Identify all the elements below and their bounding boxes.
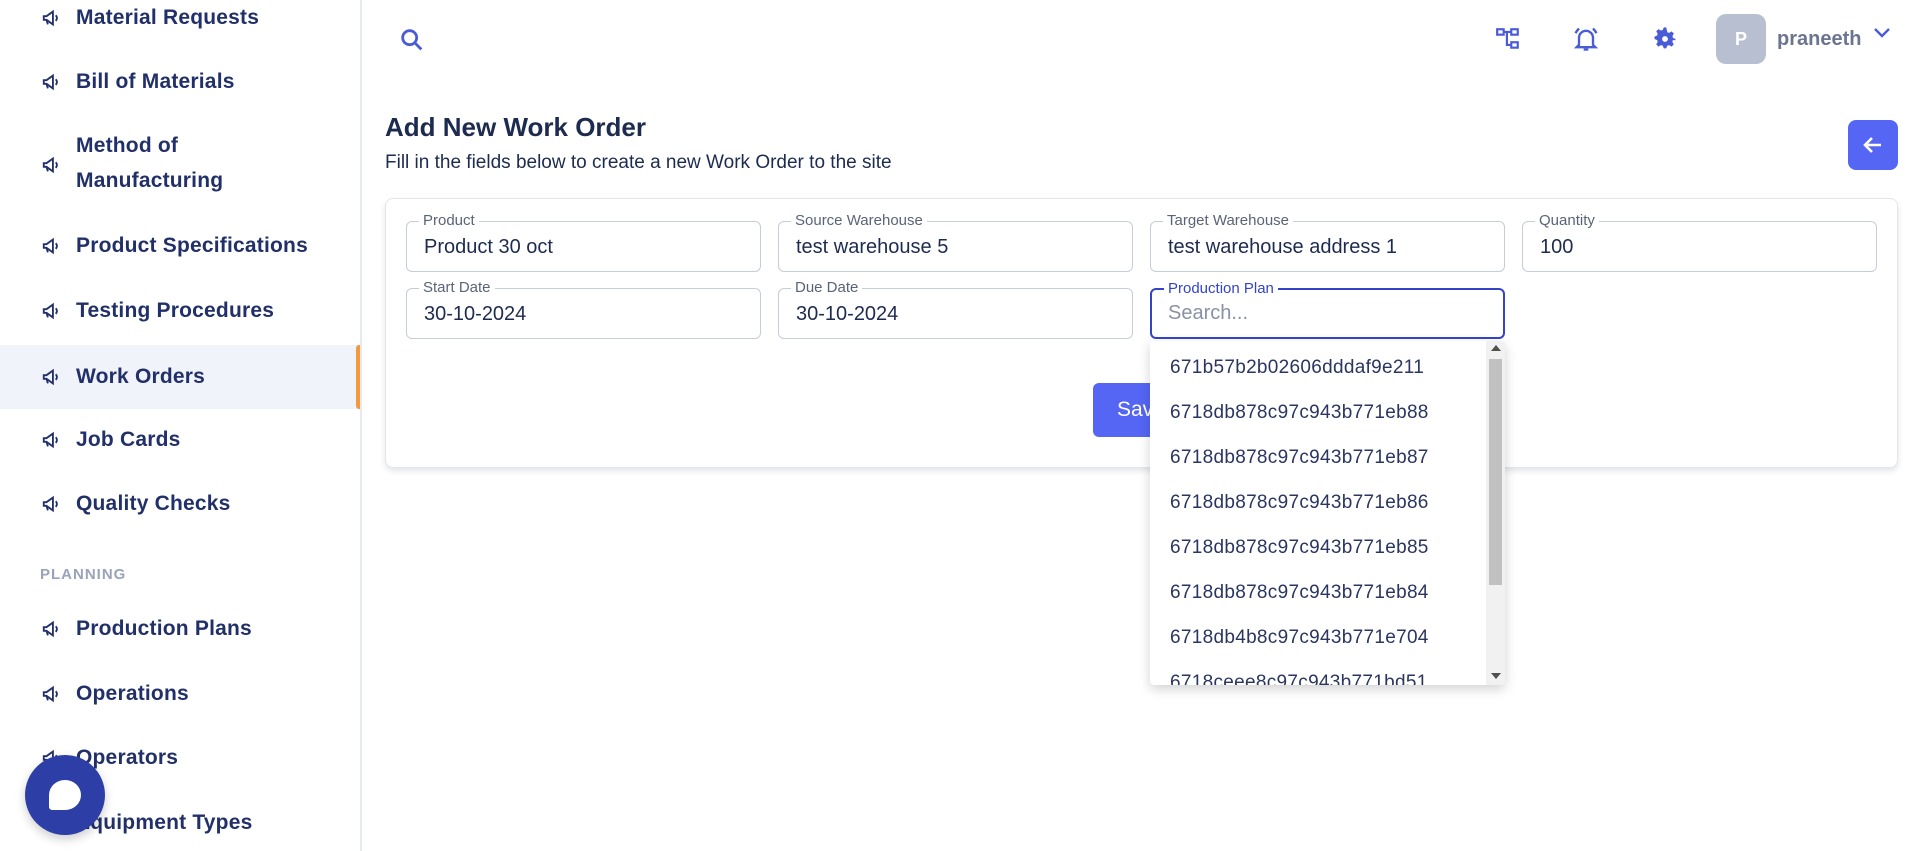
production-plan-field[interactable]: Production Plan <box>1150 281 1505 339</box>
sidebar-section-planning: PLANNING <box>40 566 127 583</box>
sidebar-item-label: Operations <box>76 682 189 705</box>
sidebar-item-method-of-manufacturing[interactable]: Method of Manufacturing <box>0 128 360 200</box>
sidebar-item-label: Method of <box>76 134 179 157</box>
sidebar-item-label: Equipment Types <box>76 811 253 834</box>
search-button[interactable] <box>398 26 426 59</box>
sidebar-item-label: Job Cards <box>76 428 181 451</box>
production-plan-search-input[interactable] <box>1168 302 1488 325</box>
production-plan-dropdown: 671b57b2b02606dddaf9e211 6718db878c97c94… <box>1150 341 1505 685</box>
megaphone-icon <box>40 365 64 389</box>
production-plan-option[interactable]: 671b57b2b02606dddaf9e211 <box>1170 357 1424 379</box>
search-icon <box>401 29 423 51</box>
sidebar-item-label: Quality Checks <box>76 492 231 515</box>
sidebar: Material Requests Bill of Materials Meth… <box>0 0 362 851</box>
target-warehouse-field[interactable]: Target Warehouse test warehouse address … <box>1150 213 1505 272</box>
sidebar-item-product-specifications[interactable]: Product Specifications <box>0 228 360 264</box>
chat-button[interactable] <box>25 755 105 835</box>
sidebar-item-quality-checks[interactable]: Quality Checks <box>0 486 360 522</box>
bell-icon <box>1573 27 1599 51</box>
sidebar-item-bill-of-materials[interactable]: Bill of Materials <box>0 64 360 100</box>
sidebar-item-label: Production Plans <box>76 617 252 640</box>
target-warehouse-label: Target Warehouse <box>1163 213 1294 229</box>
hierarchy-icon <box>1496 28 1519 49</box>
dropdown-scrollbar[interactable] <box>1486 341 1505 685</box>
production-plan-label: Production Plan <box>1164 281 1278 297</box>
production-plan-option[interactable]: 6718db878c97c943b771eb87 <box>1170 447 1429 469</box>
notifications-button[interactable] <box>1571 24 1601 54</box>
sidebar-item-label: Testing Procedures <box>76 299 275 322</box>
source-warehouse-value: test warehouse 5 <box>796 236 949 258</box>
start-date-value: 30-10-2024 <box>424 303 527 325</box>
due-date-value: 30-10-2024 <box>796 303 899 325</box>
arrow-left-icon <box>1863 137 1881 153</box>
target-warehouse-value: test warehouse address 1 <box>1168 236 1398 258</box>
megaphone-icon <box>40 617 64 641</box>
product-field[interactable]: Product Product 30 oct <box>406 213 761 272</box>
sidebar-item-label: Product Specifications <box>76 234 308 257</box>
due-date-field[interactable]: Due Date 30-10-2024 <box>778 280 1133 339</box>
chevron-down-icon[interactable] <box>1872 26 1892 45</box>
sidebar-item-label: Material Requests <box>76 6 260 29</box>
megaphone-icon <box>40 299 64 323</box>
sidebar-item-label: Bill of Materials <box>76 70 235 93</box>
sidebar-item-material-requests[interactable]: Material Requests <box>0 0 360 36</box>
chat-bubble-icon <box>49 780 81 810</box>
scrollbar-thumb[interactable] <box>1489 359 1502 585</box>
megaphone-icon <box>40 234 64 258</box>
sidebar-item-production-plans[interactable]: Production Plans <box>0 611 360 647</box>
start-date-label: Start Date <box>419 280 495 296</box>
scroll-up-arrow-icon[interactable] <box>1491 345 1501 351</box>
product-value: Product 30 oct <box>424 236 553 258</box>
production-plan-option[interactable]: 6718ceee8c97c943b771bd51 <box>1170 672 1428 685</box>
quantity-field[interactable]: Quantity 100 <box>1522 213 1877 272</box>
megaphone-icon <box>40 6 64 30</box>
avatar[interactable]: P <box>1716 14 1766 64</box>
sidebar-item-work-orders[interactable]: Work Orders <box>0 345 360 409</box>
production-plan-option[interactable]: 6718db878c97c943b771eb88 <box>1170 402 1429 424</box>
quantity-label: Quantity <box>1535 213 1599 229</box>
gear-icon <box>1654 27 1676 49</box>
settings-button[interactable] <box>1650 24 1680 54</box>
production-plan-option[interactable]: 6718db878c97c943b771eb85 <box>1170 537 1429 559</box>
start-date-field[interactable]: Start Date 30-10-2024 <box>406 280 761 339</box>
megaphone-icon <box>40 153 64 177</box>
production-plan-option[interactable]: 6718db4b8c97c943b771e704 <box>1170 627 1429 649</box>
megaphone-icon <box>40 70 64 94</box>
source-warehouse-field[interactable]: Source Warehouse test warehouse 5 <box>778 213 1133 272</box>
production-plan-option[interactable]: 6718db878c97c943b771eb84 <box>1170 582 1429 604</box>
username[interactable]: praneeth <box>1777 28 1861 51</box>
page-subtitle: Fill in the fields below to create a new… <box>385 152 892 173</box>
sidebar-item-label: Manufacturing <box>76 169 224 192</box>
megaphone-icon <box>40 428 64 452</box>
megaphone-icon <box>40 682 64 706</box>
sidebar-item-testing-procedures[interactable]: Testing Procedures <box>0 293 360 329</box>
megaphone-icon <box>40 492 64 516</box>
sidebar-item-job-cards[interactable]: Job Cards <box>0 422 360 458</box>
product-label: Product <box>419 213 479 229</box>
page-title: Add New Work Order <box>385 112 647 142</box>
due-date-label: Due Date <box>791 280 863 296</box>
sidebar-item-label: Work Orders <box>76 365 206 388</box>
scroll-down-arrow-icon[interactable] <box>1491 673 1501 679</box>
production-plan-option[interactable]: 6718db878c97c943b771eb86 <box>1170 492 1429 514</box>
source-warehouse-label: Source Warehouse <box>791 213 927 229</box>
sidebar-item-operations[interactable]: Operations <box>0 676 360 712</box>
hierarchy-button[interactable] <box>1493 24 1523 54</box>
back-button[interactable] <box>1848 120 1898 170</box>
production-plan-options: 671b57b2b02606dddaf9e211 6718db878c97c94… <box>1150 341 1486 685</box>
quantity-value: 100 <box>1540 236 1574 258</box>
